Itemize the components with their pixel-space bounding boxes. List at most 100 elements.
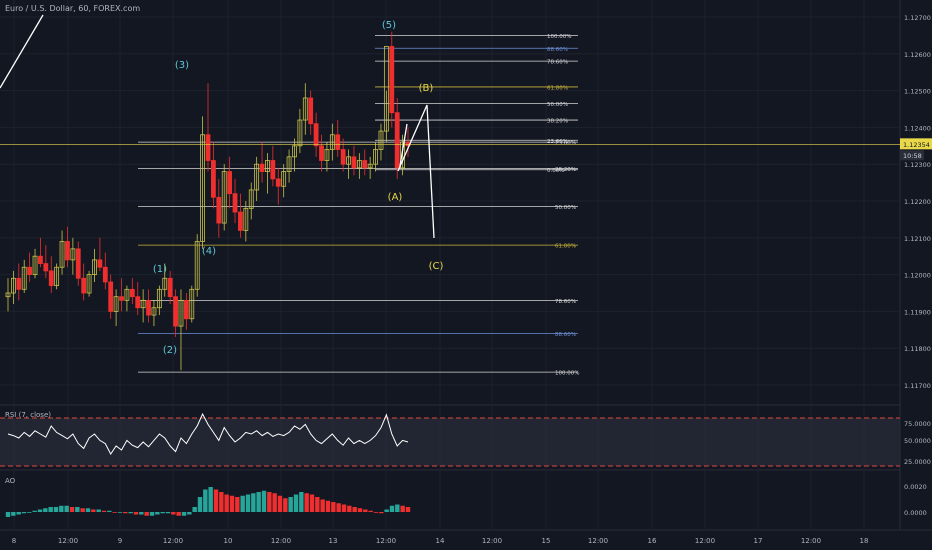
ao-bar — [197, 497, 203, 512]
candle-body — [351, 156, 357, 169]
candle-body — [270, 160, 276, 180]
candle-body — [362, 160, 368, 169]
ao-bar — [267, 492, 272, 512]
ao-bar — [96, 509, 101, 512]
ao-bar — [5, 512, 11, 517]
ao-bar — [213, 489, 219, 512]
ao-bar — [160, 512, 165, 514]
x-tick-label: 12:00 — [801, 537, 821, 545]
ao-bar — [400, 505, 405, 512]
wave-label: (A) — [388, 192, 403, 203]
countdown-label: 10:58 — [903, 152, 922, 160]
candle-body — [135, 296, 141, 309]
trend-line — [0, 14, 44, 89]
ao-bar — [341, 504, 347, 512]
candle-body — [216, 196, 222, 224]
ao-bar — [395, 504, 400, 512]
rsi-tick-label: 25.0000 — [904, 458, 931, 466]
ao-bar — [43, 508, 48, 512]
price-tick-label: 1.12500 — [904, 88, 931, 96]
x-tick-label: 15 — [542, 537, 551, 545]
ao-bar — [288, 497, 293, 512]
candle-body — [335, 134, 341, 150]
price-chart[interactable]: 8 12:00 9 12:00 10 12:00 13 12:00 14 12:00 15 12:00… — [0, 0, 932, 550]
ao-bar — [224, 494, 229, 512]
x-tick-label: 14 — [436, 537, 445, 545]
candle-body — [259, 163, 265, 172]
price-tick-label: 1.11800 — [904, 345, 931, 353]
ao-bar — [325, 500, 331, 512]
price-tick-label: 1.12400 — [904, 124, 931, 132]
ao-bar — [208, 487, 213, 512]
candle-body — [308, 97, 314, 125]
ao-bar — [357, 508, 363, 512]
x-tick-label: 12:00 — [588, 537, 608, 545]
ao-bar — [64, 505, 69, 512]
fib-label: 50.00% — [547, 102, 568, 108]
fib-label: 61.80% — [555, 244, 576, 250]
candle-body — [119, 296, 124, 301]
ao-bar — [181, 512, 187, 516]
ao-bar — [128, 512, 133, 514]
ao-bar — [251, 493, 256, 512]
ao-bar — [139, 512, 144, 515]
x-tick-label: 17 — [754, 537, 763, 545]
ao-bar — [261, 490, 267, 512]
ao-bar — [11, 512, 16, 516]
ao-bar — [59, 505, 64, 512]
ao-bar — [331, 502, 336, 512]
current-price-label: 1.12354 — [903, 141, 930, 149]
rsi-title: RSI (7, close) — [5, 411, 51, 419]
wave-label: (B) — [419, 83, 434, 94]
wave-label: (4) — [202, 246, 216, 257]
wave-label: (2) — [163, 345, 177, 356]
price-tick-label: 1.11900 — [904, 308, 931, 316]
ao-bar — [405, 507, 411, 512]
x-tick-label: 9 — [118, 537, 122, 545]
ao-bar — [53, 507, 59, 512]
ao-bar — [133, 512, 139, 515]
fib-label: 88.60% — [547, 47, 568, 53]
fib-label: 50.00% — [555, 205, 576, 211]
ao-bar — [91, 509, 96, 512]
x-tick-label: 12:00 — [695, 537, 715, 545]
ao-bar — [379, 512, 384, 514]
projection-path — [397, 104, 435, 239]
ao-bar — [16, 512, 21, 515]
candle-body — [238, 211, 243, 231]
wave-label: (3) — [175, 60, 189, 71]
candle-body — [38, 255, 43, 264]
candle-body — [75, 248, 81, 279]
price-tick-label: 1.12000 — [904, 272, 931, 280]
x-tick-label: 12:00 — [482, 537, 502, 545]
ao-bar — [75, 507, 80, 512]
ao-bar — [107, 510, 112, 512]
candle-body — [167, 277, 173, 298]
price-tick-label: 1.12700 — [904, 14, 931, 22]
ao-bar — [165, 512, 171, 514]
ao-bar — [245, 494, 251, 512]
x-tick-label: 18 — [860, 537, 869, 545]
ao-bar — [149, 512, 155, 516]
wave-label: (1) — [153, 264, 167, 275]
candle-body — [183, 299, 189, 320]
ao-bar — [235, 497, 240, 512]
price-tick-label: 1.12300 — [904, 161, 931, 169]
ao-bar — [123, 512, 128, 514]
candle-body — [16, 277, 22, 290]
ao-bar — [256, 492, 261, 512]
ao-bar — [69, 507, 75, 512]
wave-label: (C) — [429, 261, 444, 272]
ao-bar — [309, 494, 315, 512]
x-tick-label: 12:00 — [163, 537, 183, 545]
ao-bar — [155, 512, 160, 515]
x-tick-label: 12:00 — [376, 537, 396, 545]
ao-bar — [176, 512, 181, 516]
x-tick-label: 13 — [329, 537, 338, 545]
fib-label: 78.60% — [555, 299, 576, 305]
fib-label: 88.60% — [555, 332, 576, 338]
x-tick-label: 16 — [648, 537, 657, 545]
candle-body — [313, 123, 319, 147]
ao-bar — [352, 507, 357, 512]
fib-label: 100.00% — [555, 371, 579, 377]
